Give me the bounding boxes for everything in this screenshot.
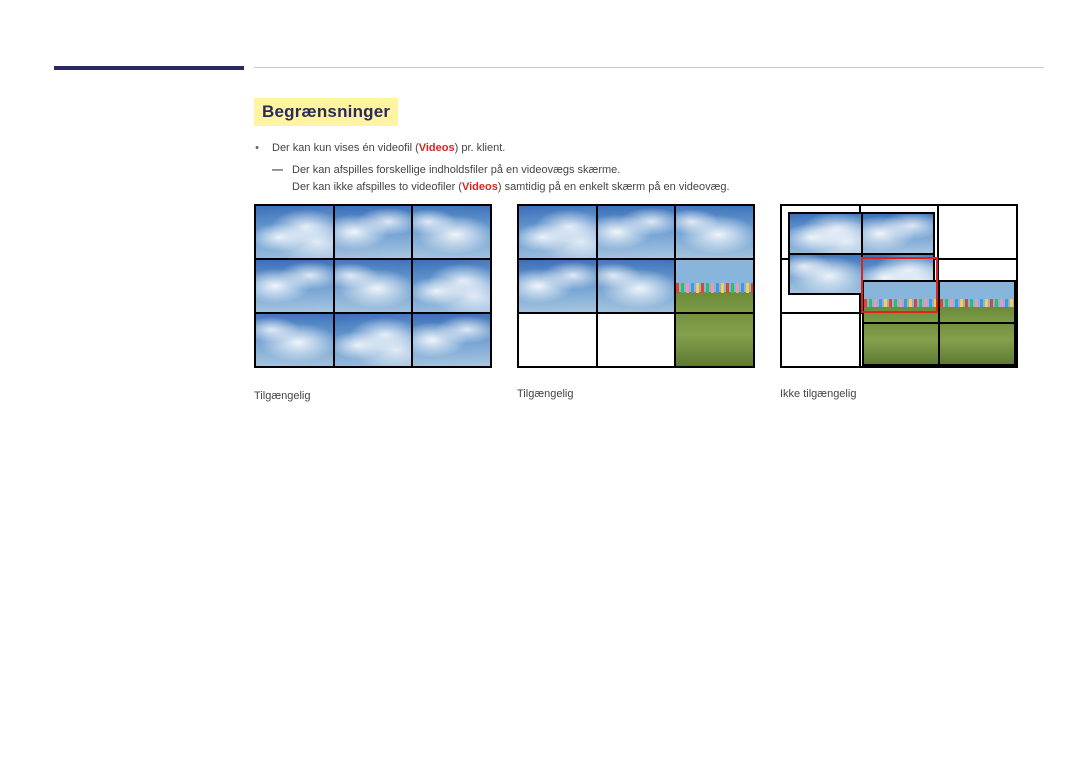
grid-cell bbox=[863, 214, 934, 253]
example-grids-row: Tilgængelig Tilgængelig bbox=[254, 204, 1018, 402]
videowall-grid-1 bbox=[254, 204, 492, 368]
grid-cell bbox=[676, 260, 753, 312]
grid-cell-empty bbox=[519, 314, 596, 366]
grid-cell bbox=[790, 255, 861, 294]
example-2: Tilgængelig bbox=[517, 204, 755, 402]
example-3-caption: Ikke tilgængelig bbox=[780, 388, 1018, 400]
grid-cell bbox=[940, 282, 1014, 322]
bullet-text-before: Der kan kun vises én videofil ( bbox=[272, 142, 419, 154]
example-3: Ikke tilgængelig bbox=[780, 204, 1018, 402]
grid-cell bbox=[598, 206, 675, 258]
bullet-block: • Der kan kun vises én videofil (Videos)… bbox=[254, 140, 1044, 197]
sub-note-line2-videos: Videos bbox=[462, 181, 498, 193]
dash-icon: ― bbox=[272, 162, 283, 180]
sub-note-line1-row: ― Der kan afspilles forskellige indholds… bbox=[272, 162, 1044, 180]
grid-cell bbox=[676, 314, 753, 366]
bullet-text: Der kan kun vises én videofil (Videos) p… bbox=[272, 140, 505, 158]
sub-note-block: ― Der kan afspilles forskellige indholds… bbox=[272, 162, 1044, 197]
sub-note-line2-after: ) samtidig på en enkelt skærm på en vide… bbox=[498, 181, 730, 193]
grid-cell bbox=[940, 324, 1014, 364]
grid-cell bbox=[335, 206, 412, 258]
example-1: Tilgængelig bbox=[254, 204, 492, 402]
grid-cell bbox=[864, 324, 938, 364]
bullet-text-after: ) pr. klient. bbox=[455, 142, 506, 154]
bullet-videos-word: Videos bbox=[419, 142, 455, 154]
section-heading: Begrænsninger bbox=[254, 98, 398, 126]
grid-cell bbox=[256, 206, 333, 258]
example-1-caption: Tilgængelig bbox=[254, 390, 492, 402]
bullet-item: • Der kan kun vises én videofil (Videos)… bbox=[254, 140, 1044, 158]
videowall-grid-2 bbox=[517, 204, 755, 368]
grid-cell bbox=[413, 260, 490, 312]
grid-cell bbox=[598, 260, 675, 312]
grid-cell bbox=[790, 214, 861, 253]
grid-cell-empty bbox=[598, 314, 675, 366]
grid-cell bbox=[256, 314, 333, 366]
sub-note-line1: Der kan afspilles forskellige indholdsfi… bbox=[292, 164, 620, 176]
grid-cell bbox=[413, 206, 490, 258]
sub-note-line2-row: Der kan ikke afspilles to videofiler (Vi… bbox=[272, 179, 1044, 197]
header-rule bbox=[254, 67, 1044, 68]
grid-cell-empty bbox=[782, 314, 859, 366]
grid-cell-empty bbox=[939, 206, 1016, 258]
grid-cell bbox=[335, 260, 412, 312]
bullet-dot-icon: • bbox=[254, 140, 260, 158]
grid3-field-panel bbox=[862, 280, 1016, 366]
grid-cell bbox=[335, 314, 412, 366]
grid-cell bbox=[864, 282, 938, 322]
grid-cell bbox=[519, 260, 596, 312]
grid-cell bbox=[676, 206, 753, 258]
sub-note-line2-before: Der kan ikke afspilles to videofiler ( bbox=[292, 181, 462, 193]
grid-cell bbox=[519, 206, 596, 258]
header-accent-bar bbox=[54, 66, 244, 70]
videowall-grid-3 bbox=[780, 204, 1018, 368]
document-page: Begrænsninger • Der kan kun vises én vid… bbox=[0, 0, 1080, 763]
content-area: Begrænsninger • Der kan kun vises én vid… bbox=[254, 98, 1044, 197]
example-2-caption: Tilgængelig bbox=[517, 388, 755, 400]
grid-cell bbox=[413, 314, 490, 366]
grid-cell bbox=[256, 260, 333, 312]
